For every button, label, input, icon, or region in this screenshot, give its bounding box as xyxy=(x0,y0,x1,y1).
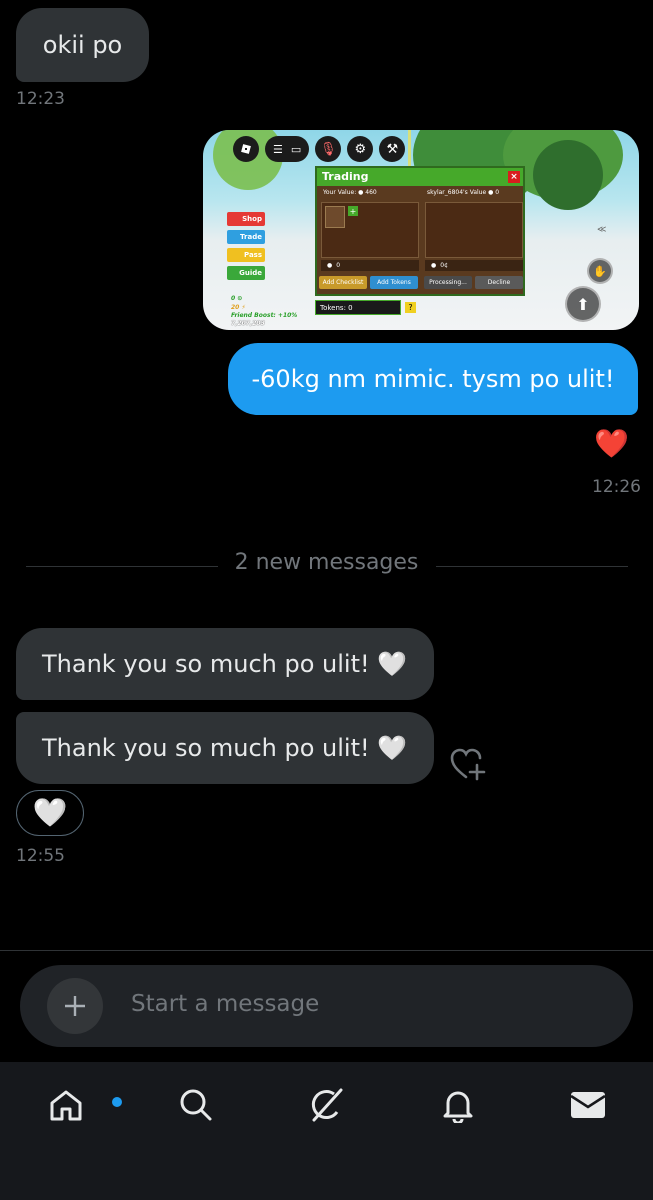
tools-icon: ⚒ xyxy=(379,136,406,162)
trading-window: Trading × Your Value: ● 460 skylar_6804'… xyxy=(315,166,525,296)
jump-icon: ⬆ xyxy=(565,286,601,322)
decline-button: Decline xyxy=(475,276,523,289)
message-bubble-outgoing[interactable]: -60kg nm mimic. tysm po ulit! xyxy=(228,343,638,415)
reaction-pill[interactable]: 🤍 xyxy=(16,790,84,836)
game-trade-button: Trade xyxy=(227,230,265,244)
your-offer-panel: + xyxy=(321,202,419,258)
voice-message-icon[interactable] xyxy=(568,989,602,1027)
notifications-icon xyxy=(443,1091,473,1123)
their-value: skylar_6804's Value ● 0 xyxy=(427,189,500,196)
pole xyxy=(408,130,411,170)
message-text: -60kg nm mimic. tysm po ulit! xyxy=(251,365,615,393)
menu-chat-pill: ☰ ▭ xyxy=(265,136,310,162)
grok-icon xyxy=(311,1088,343,1122)
your-value: Your Value: ● 460 xyxy=(323,189,377,196)
add-checklist-button: Add Checklist xyxy=(319,276,367,289)
composer-separator xyxy=(0,950,653,951)
menu-icon: ☰ xyxy=(273,142,283,156)
image-attachment[interactable]: ☰ ▭ 🎙 ⚙ ⚒ Shop Trade Pass Guide 0 ⊙ 20 ⚡… xyxy=(203,130,639,330)
message-timestamp: 12:55 xyxy=(16,846,65,866)
game-topbar: ☰ ▭ 🎙 ⚙ ⚒ xyxy=(233,136,406,162)
heart-reaction-icon[interactable]: ❤️ xyxy=(594,426,629,462)
white-heart-icon: 🤍 xyxy=(32,796,68,829)
messages-icon xyxy=(570,1092,606,1118)
game-shop-button: Shop xyxy=(227,212,265,226)
add-reaction-icon[interactable] xyxy=(449,747,487,785)
message-timestamp: 12:26 xyxy=(592,477,641,497)
nav-home[interactable] xyxy=(36,1080,124,1130)
add-attachment-button[interactable] xyxy=(47,978,103,1034)
settings-icon: ⚙ xyxy=(347,136,374,162)
game-side-info: 20 ⚡ xyxy=(231,304,246,311)
message-bubble-incoming[interactable]: Thank you so much po ulit! 🤍 xyxy=(16,628,434,700)
notification-dot xyxy=(110,1095,124,1109)
message-text: Thank you so much po ulit! 🤍 xyxy=(42,650,408,678)
message-bubble-incoming[interactable]: Thank you so much po ulit! 🤍 xyxy=(16,712,434,784)
mic-icon: 🎙 xyxy=(315,136,342,162)
game-pass-button: Pass xyxy=(227,248,265,262)
nav-messages[interactable] xyxy=(558,1080,618,1130)
nav-grok[interactable] xyxy=(296,1080,356,1130)
tree-decoration xyxy=(533,140,603,210)
message-bubble-incoming[interactable]: okii po xyxy=(16,8,149,82)
search-icon xyxy=(180,1089,212,1121)
emote-icon: ✋ xyxy=(587,258,613,284)
bottom-navigation xyxy=(0,1062,653,1200)
message-timestamp: 12:23 xyxy=(16,89,65,109)
arrows-icon: ≪ xyxy=(597,225,607,235)
home-icon xyxy=(50,1090,82,1121)
help-icon: ? xyxy=(405,302,416,313)
add-item-icon: + xyxy=(348,206,358,216)
your-token-strip: ● 0 xyxy=(321,260,419,271)
their-offer-panel xyxy=(425,202,523,258)
nav-notifications[interactable] xyxy=(428,1080,488,1130)
message-text: Thank you so much po ulit! 🤍 xyxy=(42,734,408,762)
game-side-info: 0 ⊙ xyxy=(231,295,243,302)
plus-icon xyxy=(65,996,85,1016)
their-token-strip: ● 0¢ xyxy=(425,260,523,271)
new-messages-divider: 2 new messages xyxy=(234,550,419,575)
close-icon: × xyxy=(508,171,520,183)
trading-title: Trading xyxy=(322,170,369,183)
tokens-bar: Tokens: 0 xyxy=(315,300,401,315)
roblox-logo-icon xyxy=(233,136,259,162)
add-tokens-button: Add Tokens xyxy=(370,276,418,289)
chat-icon: ▭ xyxy=(290,142,302,156)
game-side-info: Friend Boost: +10% xyxy=(231,312,298,319)
nav-search[interactable] xyxy=(166,1080,226,1130)
message-input[interactable]: Start a message xyxy=(131,991,319,1017)
message-text: okii po xyxy=(42,31,123,59)
item-slot xyxy=(325,206,345,228)
message-composer[interactable]: Start a message xyxy=(20,965,633,1047)
game-side-info: 7,207,203 xyxy=(231,320,265,327)
processing-button: Processing... xyxy=(424,276,472,289)
game-guide-button: Guide xyxy=(227,266,265,280)
